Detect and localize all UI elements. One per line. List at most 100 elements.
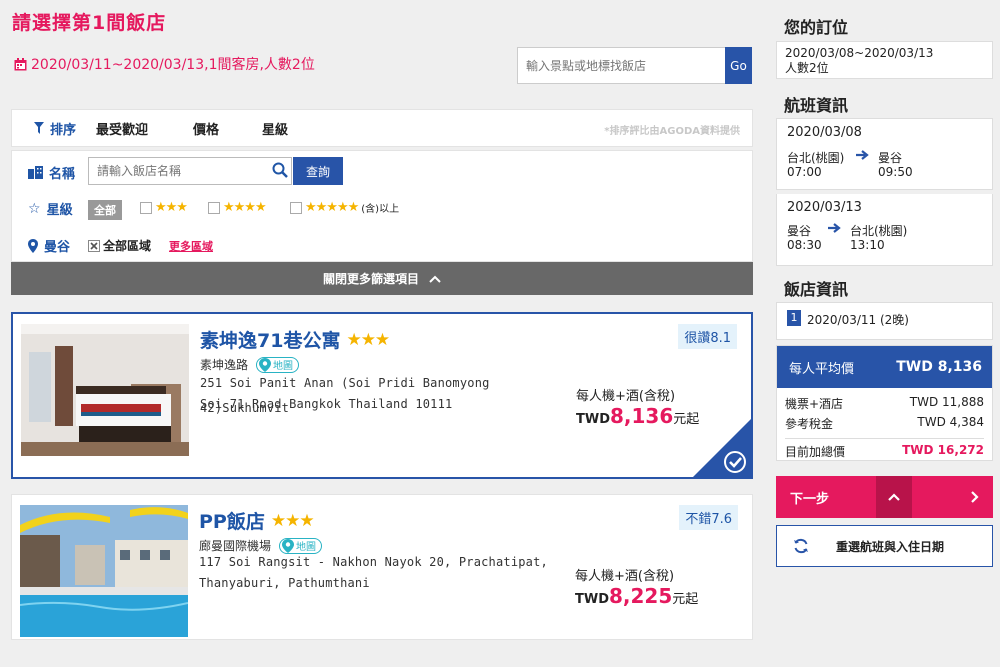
star-rating: ★★★	[155, 200, 188, 215]
sort-note: *排序評比由AGODA資料提供	[604, 126, 740, 137]
map-pin-icon	[259, 357, 272, 372]
collapse-filters-bar[interactable]: 關閉更多篩選項目	[11, 262, 753, 295]
arrow-right-icon	[856, 150, 869, 160]
flight-info: 2020/03/13 曼谷 台北(桃園) 08:30 13:10	[776, 194, 993, 266]
cost-label: 參考稅金	[785, 417, 834, 431]
filter-star-label: ☆ 星級	[28, 199, 73, 219]
cost-label: 目前加總價	[785, 445, 846, 459]
landmark-search: Go	[517, 47, 752, 84]
hotel-stars: ★★★	[270, 510, 315, 531]
hotel-name[interactable]: 素坤逸71巷公寓 ★★★	[200, 326, 390, 353]
sort-option-popular[interactable]: 最受歡迎	[96, 119, 148, 138]
hotel-name-text[interactable]: PP飯店	[199, 507, 265, 534]
refresh-icon	[794, 538, 808, 554]
cost-value: TWD 11,888	[909, 395, 984, 409]
sort-bar: 排序 最受歡迎 價格 星級 *排序評比由AGODA資料提供	[11, 109, 753, 147]
hotel-address-line2: Soi 71 Road Bangkok Thailand 10111	[200, 397, 453, 411]
cost-row: 參考稅金 TWD 4,384	[785, 415, 984, 439]
chevron-up-icon	[888, 493, 900, 501]
filter-icon	[34, 122, 44, 134]
booking-title: 您的訂位	[784, 18, 849, 37]
rechoose-label: 重選航班與入住日期	[836, 539, 945, 554]
star-suffix: (含)以上	[361, 204, 400, 215]
flight-date: 2020/03/13	[787, 200, 862, 215]
search-summary-text: 2020/03/11~2020/03/13,1間客房,人數2位	[31, 57, 315, 73]
flight-arrival-time: 13:10	[850, 238, 885, 252]
avg-price-label: 每人平均價	[789, 361, 855, 377]
flight-info: 2020/03/08 台北(桃園) 曼谷 07:00 09:50	[776, 118, 993, 190]
hotel-photo[interactable]	[21, 324, 189, 456]
location-pin-icon	[28, 238, 38, 253]
hotel-info-title: 飯店資訊	[784, 280, 849, 299]
flight-from: 曼谷	[787, 224, 812, 238]
hotel-name-text[interactable]: 素坤逸71巷公寓	[200, 326, 340, 353]
hotel-card[interactable]: PP飯店 ★★★ 廊曼國際機場 地圖 117 Soi Rangsit - Nak…	[11, 494, 753, 640]
cost-row: 機票+酒店 TWD 11,888	[785, 395, 984, 412]
flight-departure-time: 07:00	[787, 165, 822, 179]
filter-name-label-text: 名稱	[49, 167, 76, 182]
cost-value: TWD 16,272	[902, 443, 984, 457]
booking-people: 人數2位	[785, 61, 829, 75]
next-step-button[interactable]: 下一步	[776, 476, 993, 518]
building-icon	[28, 166, 43, 179]
star-outline-icon: ☆	[28, 200, 41, 217]
price-label: 每人機+酒(含稅)	[576, 389, 676, 404]
booking-dates: 2020/03/08~2020/03/13	[785, 46, 934, 60]
hotel-name[interactable]: PP飯店 ★★★	[199, 507, 315, 534]
area-all-text: 全部區域	[103, 239, 152, 253]
price-value: 8,225	[609, 584, 673, 608]
search-icon[interactable]	[272, 162, 288, 178]
price-suffix: 元起	[672, 592, 699, 607]
price-currency: TWD	[576, 412, 610, 427]
chevron-up-icon	[429, 275, 441, 283]
more-areas-link[interactable]: 更多區域	[169, 238, 213, 254]
star-option-4[interactable]: ★★★★	[208, 200, 267, 215]
filter-star-label-text: 星級	[46, 203, 73, 218]
star-option-5[interactable]: ★★★★★ (含)以上	[290, 200, 399, 215]
area-all-option[interactable]: 全部區域	[88, 237, 151, 254]
cost-row-total: 目前加總價 TWD 16,272	[785, 443, 984, 460]
checkbox[interactable]	[208, 201, 220, 214]
sort-option-star[interactable]: 星級	[262, 119, 288, 138]
rating-badge: 不錯7.6	[679, 505, 738, 530]
hotel-photo[interactable]	[20, 505, 188, 637]
price-line: TWD 8,225 元起	[575, 584, 698, 608]
star-all-chip[interactable]: 全部	[88, 200, 122, 220]
checked-box-icon[interactable]	[88, 239, 100, 252]
filter-area-label-text: 曼谷	[44, 240, 71, 255]
flight-from: 台北(桃園)	[787, 151, 845, 165]
checkbox[interactable]	[140, 201, 152, 214]
search-summary: 2020/03/11~2020/03/13,1間客房,人數2位	[14, 54, 315, 74]
price-line: TWD 8,136 元起	[576, 404, 699, 428]
flight-to: 台北(桃園)	[850, 224, 908, 238]
hotel-stars: ★★★	[346, 329, 390, 350]
hotel-stay-dates: 2020/03/11 (2晚)	[807, 313, 909, 327]
star-rating: ★★★★★	[305, 200, 359, 215]
flight-date: 2020/03/08	[787, 125, 862, 140]
rating-badge: 很讚8.1	[678, 324, 737, 349]
average-price-bar: 每人平均價 TWD 8,136	[777, 346, 992, 388]
hotel-card[interactable]: 素坤逸71巷公寓 ★★★ 素坤逸路 地圖 251 Soi Panit Anan …	[11, 312, 753, 479]
hotel-name-input[interactable]	[88, 157, 292, 185]
flight-departure-time: 08:30	[787, 238, 822, 252]
go-button[interactable]: Go	[725, 47, 752, 84]
price-summary: 每人平均價 TWD 8,136 機票+酒店 TWD 11,888 參考稅金 TW…	[776, 345, 993, 461]
star-option-3[interactable]: ★★★	[140, 200, 188, 215]
next-step-label: 下一步	[790, 491, 830, 507]
avg-price-value: TWD 8,136	[896, 359, 982, 375]
checkbox[interactable]	[290, 201, 302, 214]
expand-summary-button[interactable]	[876, 476, 912, 518]
arrow-right-icon	[828, 223, 841, 233]
chevron-right-icon	[971, 491, 979, 503]
rechoose-flight-button[interactable]: 重選航班與入住日期	[776, 525, 993, 567]
price-value: 8,136	[610, 404, 674, 428]
filter-area-label: 曼谷	[28, 236, 70, 255]
hotel-index-badge: 1	[787, 310, 801, 326]
star-rating: ★★★★	[223, 200, 267, 215]
selected-check-icon	[691, 417, 753, 479]
hotel-name-search-button[interactable]: 查詢	[293, 157, 343, 185]
sort-option-price[interactable]: 價格	[193, 119, 219, 138]
flight-to: 曼谷	[878, 151, 903, 165]
landmark-search-input[interactable]	[517, 47, 725, 84]
price-label: 每人機+酒(含稅)	[575, 569, 675, 584]
